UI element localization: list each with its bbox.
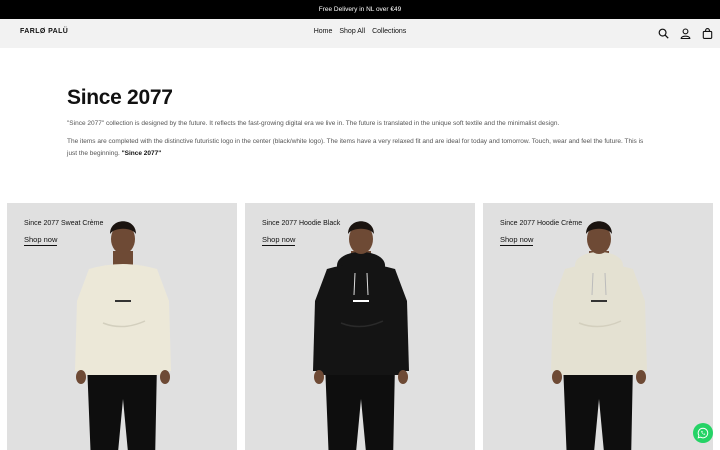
intro-paragraph-1: "Since 2077" collection is designed by t… [67,120,560,127]
nav-shop-all[interactable]: Shop All [339,28,365,35]
bag-icon[interactable] [700,26,714,40]
product-title[interactable]: Since 2077 Sweat Crème [24,220,103,227]
product-card[interactable]: Since 2077 Sweat Crème Shop now [7,203,237,450]
nav-home[interactable]: Home [314,28,333,35]
site-header: FARLØ PALÜ Home Shop All Collections [0,19,720,48]
main-nav: Home Shop All Collections [0,28,720,35]
shop-now-link[interactable]: Shop now [500,235,534,246]
announcement-bar: Free Delivery in NL over €49 [0,0,720,19]
shop-now-link[interactable]: Shop now [24,235,58,246]
page-title: Since 2077 [67,86,173,109]
product-title[interactable]: Since 2077 Hoodie Crème [500,220,582,227]
whatsapp-icon[interactable] [693,423,713,443]
product-card[interactable]: Since 2077 Hoodie Black Shop now [245,203,475,450]
product-card[interactable]: Since 2077 Hoodie Crème Shop now [483,203,713,450]
product-title[interactable]: Since 2077 Hoodie Black [262,220,340,227]
nav-collections[interactable]: Collections [372,28,406,35]
shop-now-link[interactable]: Shop now [262,235,296,246]
product-grid: Since 2077 Sweat Crème Shop now Since 20… [7,203,713,450]
header-icons [656,26,714,40]
collection-intro: Since 2077 "Since 2077" collection is de… [67,86,647,160]
account-icon[interactable] [678,26,692,40]
announcement-text: Free Delivery in NL over €49 [318,6,402,13]
search-icon[interactable] [656,26,670,40]
intro-paragraph-2: The items are completed with the distinc… [67,136,647,160]
intro-paragraph-2-bold: "Since 2077" [121,150,162,157]
